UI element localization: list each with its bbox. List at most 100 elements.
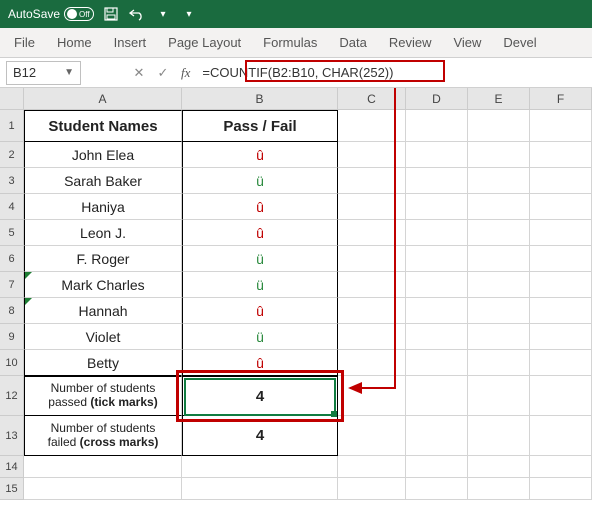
- cell-F7[interactable]: [530, 272, 592, 298]
- cell-F12[interactable]: [530, 376, 592, 416]
- cell-E7[interactable]: [468, 272, 530, 298]
- cell-D2[interactable]: [406, 142, 468, 168]
- cell-C1[interactable]: [338, 110, 406, 142]
- cell-E12[interactable]: [468, 376, 530, 416]
- cell-F13[interactable]: [530, 416, 592, 456]
- row-header-4[interactable]: 4: [0, 194, 24, 220]
- cell-E1[interactable]: [468, 110, 530, 142]
- cell-D4[interactable]: [406, 194, 468, 220]
- cell-F10[interactable]: [530, 350, 592, 376]
- cell-D12[interactable]: [406, 376, 468, 416]
- cell-B13[interactable]: 4: [182, 416, 338, 456]
- tab-formulas[interactable]: Formulas: [263, 35, 317, 50]
- worksheet[interactable]: A B C D E F 1 Student Names Pass / Fail …: [0, 88, 592, 500]
- cell-A15[interactable]: [24, 478, 182, 500]
- cell-F15[interactable]: [530, 478, 592, 500]
- cell-B8[interactable]: û: [182, 298, 338, 324]
- col-header-E[interactable]: E: [468, 88, 530, 109]
- col-header-B[interactable]: B: [182, 88, 338, 109]
- cell-D15[interactable]: [406, 478, 468, 500]
- cell-A4[interactable]: Haniya: [24, 194, 182, 220]
- cell-D10[interactable]: [406, 350, 468, 376]
- cell-F6[interactable]: [530, 246, 592, 272]
- cell-C10[interactable]: [338, 350, 406, 376]
- autosave-toggle[interactable]: AutoSave Off: [8, 7, 94, 21]
- cell-F4[interactable]: [530, 194, 592, 220]
- tab-home[interactable]: Home: [57, 35, 92, 50]
- col-header-F[interactable]: F: [530, 88, 592, 109]
- cell-F1[interactable]: [530, 110, 592, 142]
- row-header-15[interactable]: 15: [0, 478, 24, 500]
- cell-D5[interactable]: [406, 220, 468, 246]
- row-header-3[interactable]: 3: [0, 168, 24, 194]
- autosave-switch[interactable]: Off: [64, 7, 94, 21]
- cell-C7[interactable]: [338, 272, 406, 298]
- cell-C12[interactable]: [338, 376, 406, 416]
- tab-page-layout[interactable]: Page Layout: [168, 35, 241, 50]
- cell-F14[interactable]: [530, 456, 592, 478]
- cell-D1[interactable]: [406, 110, 468, 142]
- cell-F9[interactable]: [530, 324, 592, 350]
- cell-B9[interactable]: ü: [182, 324, 338, 350]
- cell-B4[interactable]: û: [182, 194, 338, 220]
- row-header-12[interactable]: 12: [0, 376, 24, 416]
- cell-C3[interactable]: [338, 168, 406, 194]
- cell-F5[interactable]: [530, 220, 592, 246]
- cell-A5[interactable]: Leon J.: [24, 220, 182, 246]
- row-header-5[interactable]: 5: [0, 220, 24, 246]
- cell-D9[interactable]: [406, 324, 468, 350]
- cell-A14[interactable]: [24, 456, 182, 478]
- col-header-C[interactable]: C: [338, 88, 406, 109]
- row-header-8[interactable]: 8: [0, 298, 24, 324]
- tab-view[interactable]: View: [453, 35, 481, 50]
- fx-label[interactable]: fx: [181, 65, 190, 81]
- cell-E6[interactable]: [468, 246, 530, 272]
- cell-B15[interactable]: [182, 478, 338, 500]
- cell-B1[interactable]: Pass / Fail: [182, 110, 338, 142]
- cell-A8[interactable]: Hannah: [24, 298, 182, 324]
- cell-D6[interactable]: [406, 246, 468, 272]
- cell-A7[interactable]: Mark Charles: [24, 272, 182, 298]
- cell-E14[interactable]: [468, 456, 530, 478]
- cell-E13[interactable]: [468, 416, 530, 456]
- cancel-formula-icon[interactable]: ✕: [131, 65, 147, 81]
- cell-C14[interactable]: [338, 456, 406, 478]
- cell-A3[interactable]: Sarah Baker: [24, 168, 182, 194]
- cell-D8[interactable]: [406, 298, 468, 324]
- row-header-1[interactable]: 1: [0, 110, 24, 142]
- cell-D7[interactable]: [406, 272, 468, 298]
- row-header-10[interactable]: 10: [0, 350, 24, 376]
- undo-icon[interactable]: [128, 5, 146, 23]
- cell-E3[interactable]: [468, 168, 530, 194]
- cell-F3[interactable]: [530, 168, 592, 194]
- cell-B14[interactable]: [182, 456, 338, 478]
- cell-E2[interactable]: [468, 142, 530, 168]
- name-box[interactable]: B12 ▼: [6, 61, 81, 85]
- name-box-dropdown-icon[interactable]: ▼: [64, 67, 74, 78]
- cell-D14[interactable]: [406, 456, 468, 478]
- cell-E10[interactable]: [468, 350, 530, 376]
- save-icon[interactable]: [102, 5, 120, 23]
- cell-A6[interactable]: F. Roger: [24, 246, 182, 272]
- cell-A9[interactable]: Violet: [24, 324, 182, 350]
- tab-insert[interactable]: Insert: [114, 35, 147, 50]
- cell-B2[interactable]: û: [182, 142, 338, 168]
- cell-D13[interactable]: [406, 416, 468, 456]
- cell-C9[interactable]: [338, 324, 406, 350]
- cell-C8[interactable]: [338, 298, 406, 324]
- cell-A12[interactable]: Number of students passed (tick marks): [24, 376, 182, 416]
- col-header-A[interactable]: A: [24, 88, 182, 109]
- cell-B10[interactable]: û: [182, 350, 338, 376]
- row-header-6[interactable]: 6: [0, 246, 24, 272]
- cell-E8[interactable]: [468, 298, 530, 324]
- cell-B7[interactable]: ü: [182, 272, 338, 298]
- redo-dropdown-icon[interactable]: ▾: [154, 5, 172, 23]
- cell-F2[interactable]: [530, 142, 592, 168]
- cell-E9[interactable]: [468, 324, 530, 350]
- cell-E5[interactable]: [468, 220, 530, 246]
- row-header-9[interactable]: 9: [0, 324, 24, 350]
- cell-C4[interactable]: [338, 194, 406, 220]
- formula-input[interactable]: [196, 61, 592, 85]
- tab-developer[interactable]: Devel: [503, 35, 536, 50]
- row-header-7[interactable]: 7: [0, 272, 24, 298]
